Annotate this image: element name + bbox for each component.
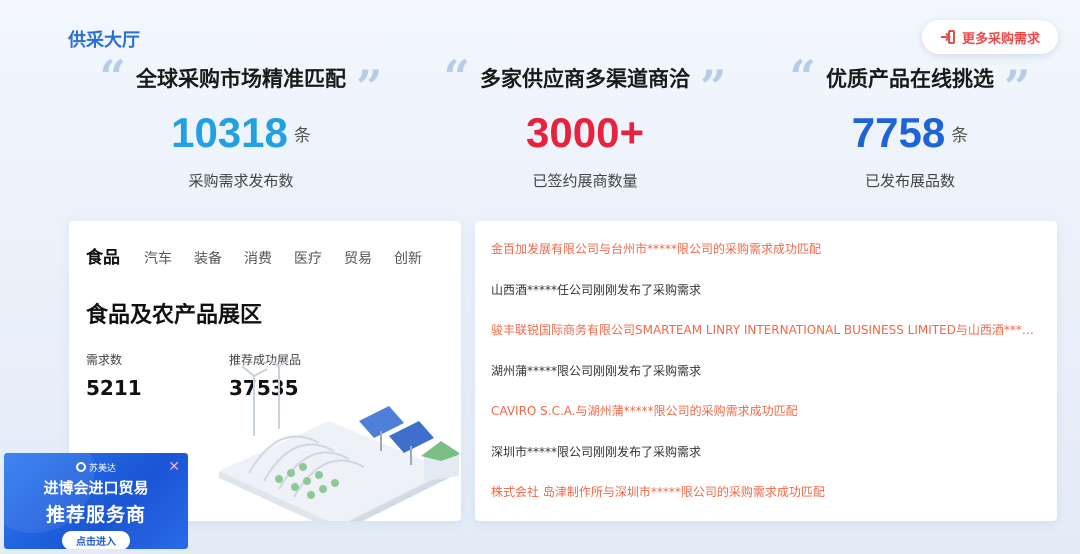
- stat-value: 10318: [171, 109, 288, 156]
- service-provider-ad[interactable]: ✕ 苏美达 进博会进口贸易 推荐服务商 点击进入: [4, 453, 188, 549]
- feed-item[interactable]: 骏丰联锐国际商务有限公司SMARTEAM LINRY INTERNATIONAL…: [491, 320, 1036, 361]
- tab-auto[interactable]: 汽车: [144, 248, 172, 268]
- tab-medical[interactable]: 医疗: [294, 248, 322, 268]
- demand-value: 5211: [86, 376, 142, 400]
- stat-caption: 已签约展商数量: [532, 172, 638, 190]
- stat-title: 全球采购市场精准匹配: [136, 67, 346, 91]
- stat-title: 优质产品在线挑选: [826, 67, 994, 91]
- open-quote-icon: “: [789, 50, 816, 104]
- stat-products: “ 优质产品在线挑选 ” 7758 条 已发布展品数: [745, 50, 1075, 191]
- activity-feed: 金百加发展有限公司与台州市*****限公司的采购需求成功匹配 山西酒*****任…: [491, 239, 1036, 523]
- login-arrow-icon: [940, 30, 955, 44]
- sponsor-logo: 苏美达: [4, 459, 188, 475]
- close-quote-icon: ”: [356, 60, 383, 114]
- feed-item[interactable]: 山西酒*****任公司刚刚发布了采购需求: [491, 280, 1036, 321]
- stat-exhibitors: “ 多家供应商多渠道商洽 ” 3000+ 已签约展商数量: [420, 50, 750, 191]
- activity-feed-card: 金百加发展有限公司与台州市*****限公司的采购需求成功匹配 山西酒*****任…: [475, 221, 1057, 521]
- ad-subheadline: 推荐服务商: [45, 504, 146, 526]
- stat-value: 7758: [851, 109, 946, 156]
- logo-mark-icon: [75, 462, 86, 472]
- stat-caption: 已发布展品数: [864, 172, 955, 190]
- more-demands-button[interactable]: 更多采购需求: [922, 20, 1058, 54]
- feed-item[interactable]: 深圳市*****限公司刚刚发布了采购需求: [491, 442, 1036, 483]
- ad-headline: 进博会进口贸易: [43, 479, 149, 497]
- category-tabs: 食品 汽车 装备 消费 医疗 贸易 创新: [86, 243, 444, 268]
- stat-unit: 条: [293, 126, 311, 146]
- ad-enter-button[interactable]: 点击进入: [62, 531, 130, 549]
- tab-trade[interactable]: 贸易: [344, 248, 372, 268]
- stat-caption: 采购需求发布数: [188, 172, 294, 190]
- feed-item[interactable]: 金百加发展有限公司与台州市*****限公司的采购需求成功匹配: [491, 239, 1036, 280]
- feed-item[interactable]: 湖州蒲*****限公司刚刚发布了采购需求: [491, 361, 1036, 402]
- stat-unit: 条: [951, 126, 969, 146]
- tab-equipment[interactable]: 装备: [194, 248, 222, 268]
- demand-label: 需求数: [86, 353, 123, 367]
- close-quote-icon: ”: [1004, 60, 1031, 114]
- stat-value: 3000+: [526, 109, 644, 156]
- open-quote-icon: “: [99, 50, 126, 104]
- tab-food[interactable]: 食品: [86, 243, 120, 268]
- stat-demands: “ 全球采购市场精准匹配 ” 10318 条 采购需求发布数: [76, 50, 406, 191]
- sponsor-name: 苏美达: [88, 463, 116, 474]
- tab-consumer[interactable]: 消费: [244, 248, 272, 268]
- close-quote-icon: ”: [700, 60, 727, 114]
- greenhouse-illustration: [219, 361, 459, 521]
- feed-item[interactable]: CAVIRO S.C.A.与湖州蒲*****限公司的采购需求成功匹配: [491, 401, 1036, 442]
- page-title: 供采大厅: [68, 30, 140, 51]
- open-quote-icon: “: [443, 50, 470, 104]
- stat-title: 多家供应商多渠道商洽: [480, 67, 690, 91]
- zone-title: 食品及农产品展区: [86, 303, 263, 328]
- tab-innovation[interactable]: 创新: [394, 248, 422, 268]
- more-demands-label: 更多采购需求: [961, 31, 1040, 47]
- feed-item[interactable]: 株式会社 岛津制作所与深圳市*****限公司的采购需求成功匹配: [491, 482, 1036, 523]
- demand-metric: 需求数 5211: [86, 351, 142, 400]
